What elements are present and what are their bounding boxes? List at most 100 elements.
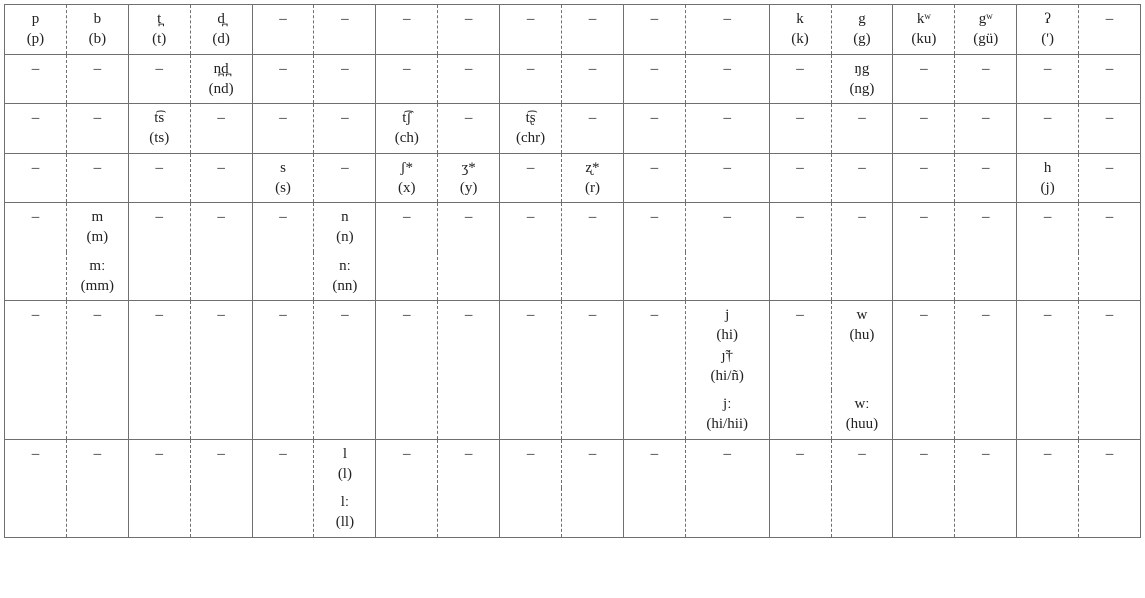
dash: – <box>465 209 473 225</box>
table-cell <box>252 390 314 439</box>
table-cell <box>769 488 831 537</box>
dash: – <box>217 110 225 126</box>
ipa-symbol: mː <box>69 256 126 276</box>
table-cell: – <box>5 301 67 391</box>
dash: – <box>32 209 40 225</box>
dash: – <box>589 110 597 126</box>
dash: – <box>723 110 731 126</box>
table-cell: – <box>438 439 500 488</box>
dash: – <box>723 209 731 225</box>
table-cell: – <box>252 54 314 104</box>
dash: – <box>465 61 473 77</box>
table-row: –––n̪d̪(nd)–––––––––ŋg(ng)–––– <box>5 54 1141 104</box>
dash: – <box>279 307 287 323</box>
ipa-symbol: w <box>834 305 891 325</box>
table-cell <box>893 252 955 301</box>
orthography: (y) <box>440 178 497 198</box>
table-cell: – <box>314 5 376 55</box>
ipa-symbol: h <box>1019 158 1076 178</box>
table-cell: ŋg(ng) <box>831 54 893 104</box>
table-cell: – <box>685 203 769 252</box>
dash: – <box>465 446 473 462</box>
dash: – <box>279 61 287 77</box>
ipa-symbol: t͡ʃ <box>378 108 435 128</box>
table-cell: – <box>500 301 562 391</box>
dash: – <box>527 209 535 225</box>
table-cell: – <box>314 54 376 104</box>
dash: – <box>32 61 40 77</box>
dash: – <box>982 110 990 126</box>
ipa-symbol: k <box>772 9 829 29</box>
dash: – <box>651 307 659 323</box>
table-cell <box>623 390 685 439</box>
table-cell <box>376 488 438 537</box>
dash: – <box>94 307 102 323</box>
dash: – <box>94 61 102 77</box>
table-cell <box>5 252 67 301</box>
dash: – <box>796 61 804 77</box>
dash: – <box>651 61 659 77</box>
table-cell: – <box>376 5 438 55</box>
orthography: (t) <box>131 29 188 49</box>
table-cell: b(b) <box>66 5 128 55</box>
dash: – <box>465 110 473 126</box>
ipa-symbol: b <box>69 9 126 29</box>
dash: – <box>155 209 163 225</box>
dash: – <box>982 61 990 77</box>
table-cell: – <box>831 153 893 203</box>
dash: – <box>217 209 225 225</box>
table-cell <box>1017 390 1079 439</box>
table-row: jː(hi/hii)wː(huu) <box>5 390 1141 439</box>
dash: – <box>723 61 731 77</box>
dash: – <box>982 307 990 323</box>
dash: – <box>527 160 535 176</box>
dash: – <box>1106 11 1114 27</box>
table-cell: – <box>1017 439 1079 488</box>
dash: – <box>155 160 163 176</box>
dash: – <box>279 446 287 462</box>
table-cell: – <box>562 5 624 55</box>
table-cell: – <box>1079 104 1141 154</box>
table-cell: – <box>190 439 252 488</box>
table-cell <box>252 252 314 301</box>
table-cell: – <box>252 5 314 55</box>
dash: – <box>589 307 597 323</box>
table-cell <box>1079 390 1141 439</box>
table-cell <box>1017 488 1079 537</box>
table-cell: nː(nn) <box>314 252 376 301</box>
table-row: ––––s(s)–ʃ*(x)ʒ*(y)–ʐ*(r)––––––h(j)– <box>5 153 1141 203</box>
table-cell: – <box>562 439 624 488</box>
orthography: (s) <box>255 178 312 198</box>
orthography: (j) <box>1019 178 1076 198</box>
table-cell: – <box>314 301 376 391</box>
table-cell: – <box>376 203 438 252</box>
table-cell: – <box>190 153 252 203</box>
dash: – <box>651 160 659 176</box>
dash: – <box>1044 110 1052 126</box>
orthography: (ku) <box>895 29 952 49</box>
dash: – <box>32 110 40 126</box>
dash: – <box>155 61 163 77</box>
table-cell <box>376 252 438 301</box>
table-cell <box>623 488 685 537</box>
table-cell: – <box>190 104 252 154</box>
table-cell: – <box>5 54 67 104</box>
table-row: lː(ll) <box>5 488 1141 537</box>
dash: – <box>1106 160 1114 176</box>
table-cell: – <box>500 54 562 104</box>
phoneme-table: p(p)b(b)t̪(t)d̪(d)––––––––k(k)g(g)kʷ(ku)… <box>4 4 1141 538</box>
dash: – <box>341 110 349 126</box>
table-cell <box>438 488 500 537</box>
orthography: (m) <box>69 227 126 247</box>
table-cell: ʔ(') <box>1017 5 1079 55</box>
table-cell <box>562 252 624 301</box>
table-cell <box>831 488 893 537</box>
dash: – <box>527 61 535 77</box>
table-cell: ʐ*(r) <box>562 153 624 203</box>
ipa-symbol: ʐ* <box>564 158 621 178</box>
orthography: (mm) <box>69 276 126 296</box>
orthography: (hi/hii) <box>688 414 767 434</box>
orthography: (ng) <box>834 79 891 99</box>
orthography: (g) <box>834 29 891 49</box>
table-cell: j(hi)ȷ̃†(hi/ñ) <box>685 301 769 391</box>
